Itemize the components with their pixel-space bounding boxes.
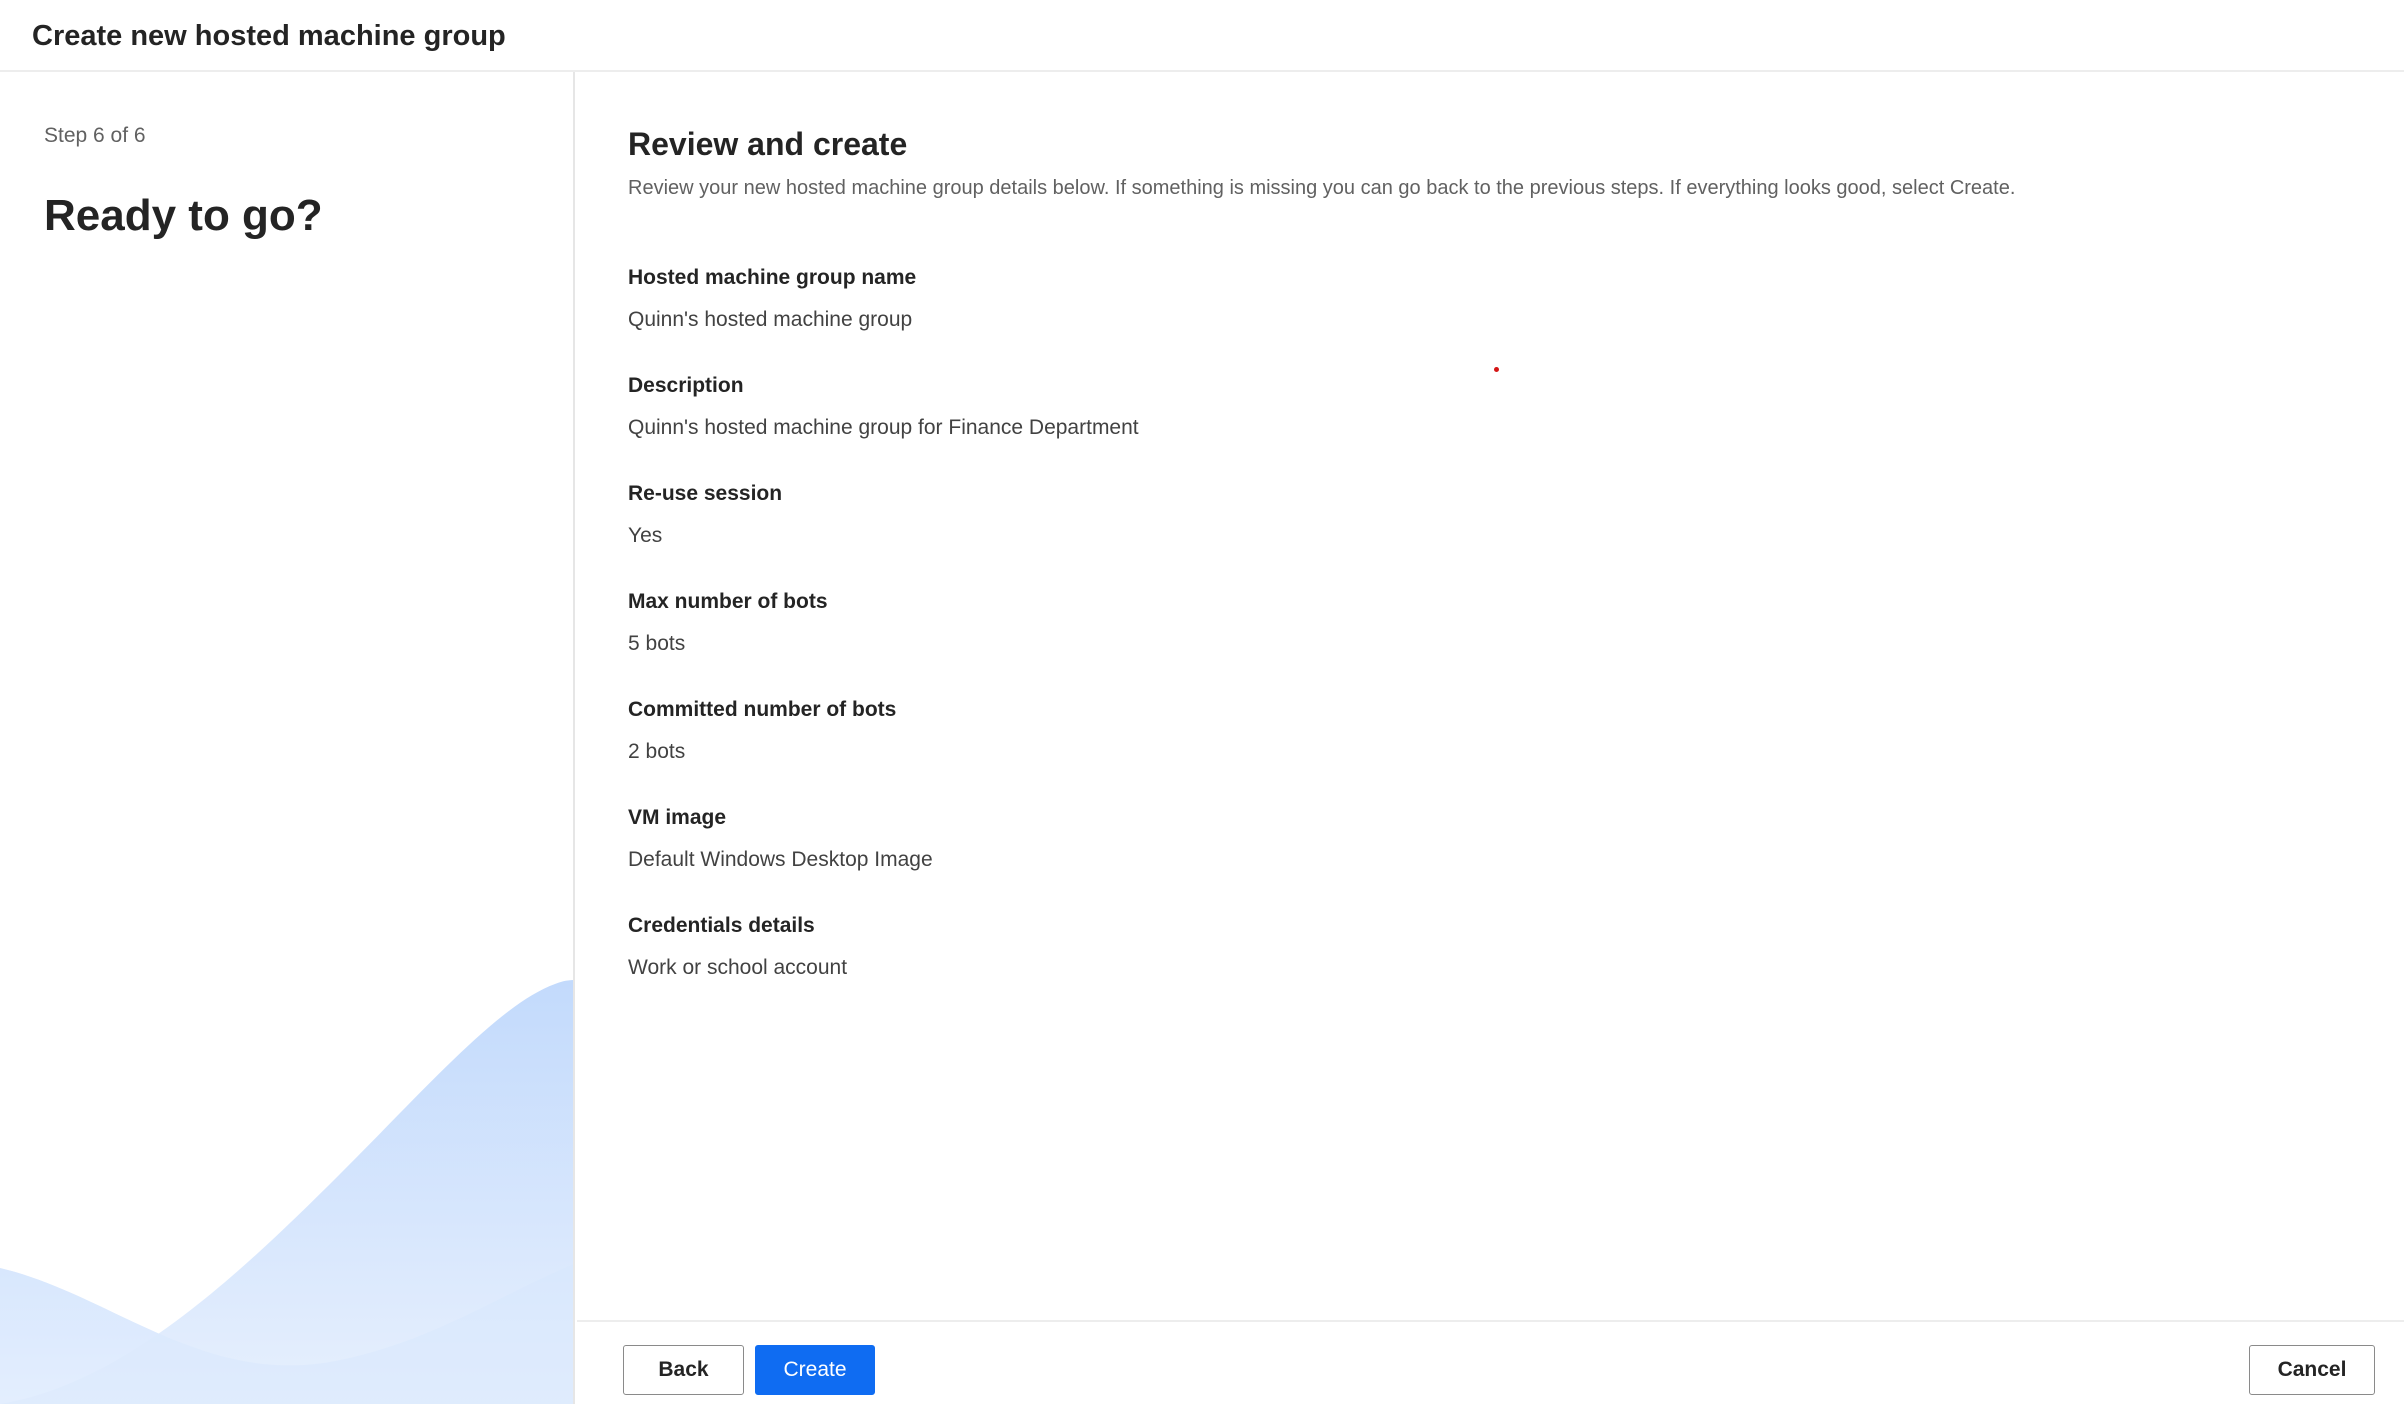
field-value: 5 bots <box>628 632 686 655</box>
field-vm-image: VM image Default Windows Desktop Image <box>628 804 2328 912</box>
field-max-bots: Max number of bots 5 bots <box>628 588 2328 696</box>
field-label: VM image <box>628 806 727 829</box>
field-value: Yes <box>628 524 663 547</box>
dialog-footer: Back Create Cancel <box>577 1320 2404 1404</box>
cancel-button[interactable]: Cancel <box>2249 1345 2375 1395</box>
field-value: Default Windows Desktop Image <box>628 848 933 871</box>
field-value: Work or school account <box>628 956 848 979</box>
field-committed-bots: Committed number of bots 2 bots <box>628 696 2328 804</box>
mouse-cursor-indicator <box>1494 367 1499 372</box>
field-description: Description Quinn's hosted machine group… <box>628 372 2328 480</box>
dialog-header: Create new hosted machine group <box>0 0 2404 72</box>
review-heading: Review and create <box>628 126 908 162</box>
field-label: Description <box>628 374 744 397</box>
field-label: Committed number of bots <box>628 698 897 721</box>
review-field-list: Hosted machine group name Quinn's hosted… <box>628 264 2328 1020</box>
field-label: Max number of bots <box>628 590 828 613</box>
decorative-wave-illustration <box>0 980 573 1404</box>
field-label: Re-use session <box>628 482 783 505</box>
wizard-side-panel: Step 6 of 6 Ready to go? <box>0 72 575 1404</box>
field-reuse-session: Re-use session Yes <box>628 480 2328 588</box>
dialog-title: Create new hosted machine group <box>32 20 506 52</box>
create-hosted-machine-group-dialog: Create new hosted machine group Step 6 o… <box>0 0 2404 1404</box>
field-value: 2 bots <box>628 740 686 763</box>
review-description: Review your new hosted machine group det… <box>628 177 2016 199</box>
field-group-name: Hosted machine group name Quinn's hosted… <box>628 264 2328 372</box>
field-label: Credentials details <box>628 914 815 937</box>
field-label: Hosted machine group name <box>628 266 917 289</box>
field-credentials: Credentials details Work or school accou… <box>628 912 2328 1020</box>
create-button[interactable]: Create <box>755 1345 875 1395</box>
step-indicator: Step 6 of 6 <box>44 124 146 147</box>
side-panel-heading: Ready to go? <box>44 191 323 240</box>
back-button[interactable]: Back <box>623 1345 744 1395</box>
field-value: Quinn's hosted machine group <box>628 308 913 331</box>
field-value: Quinn's hosted machine group for Finance… <box>628 416 1139 439</box>
review-content: Review and create Review your new hosted… <box>577 72 2404 1320</box>
